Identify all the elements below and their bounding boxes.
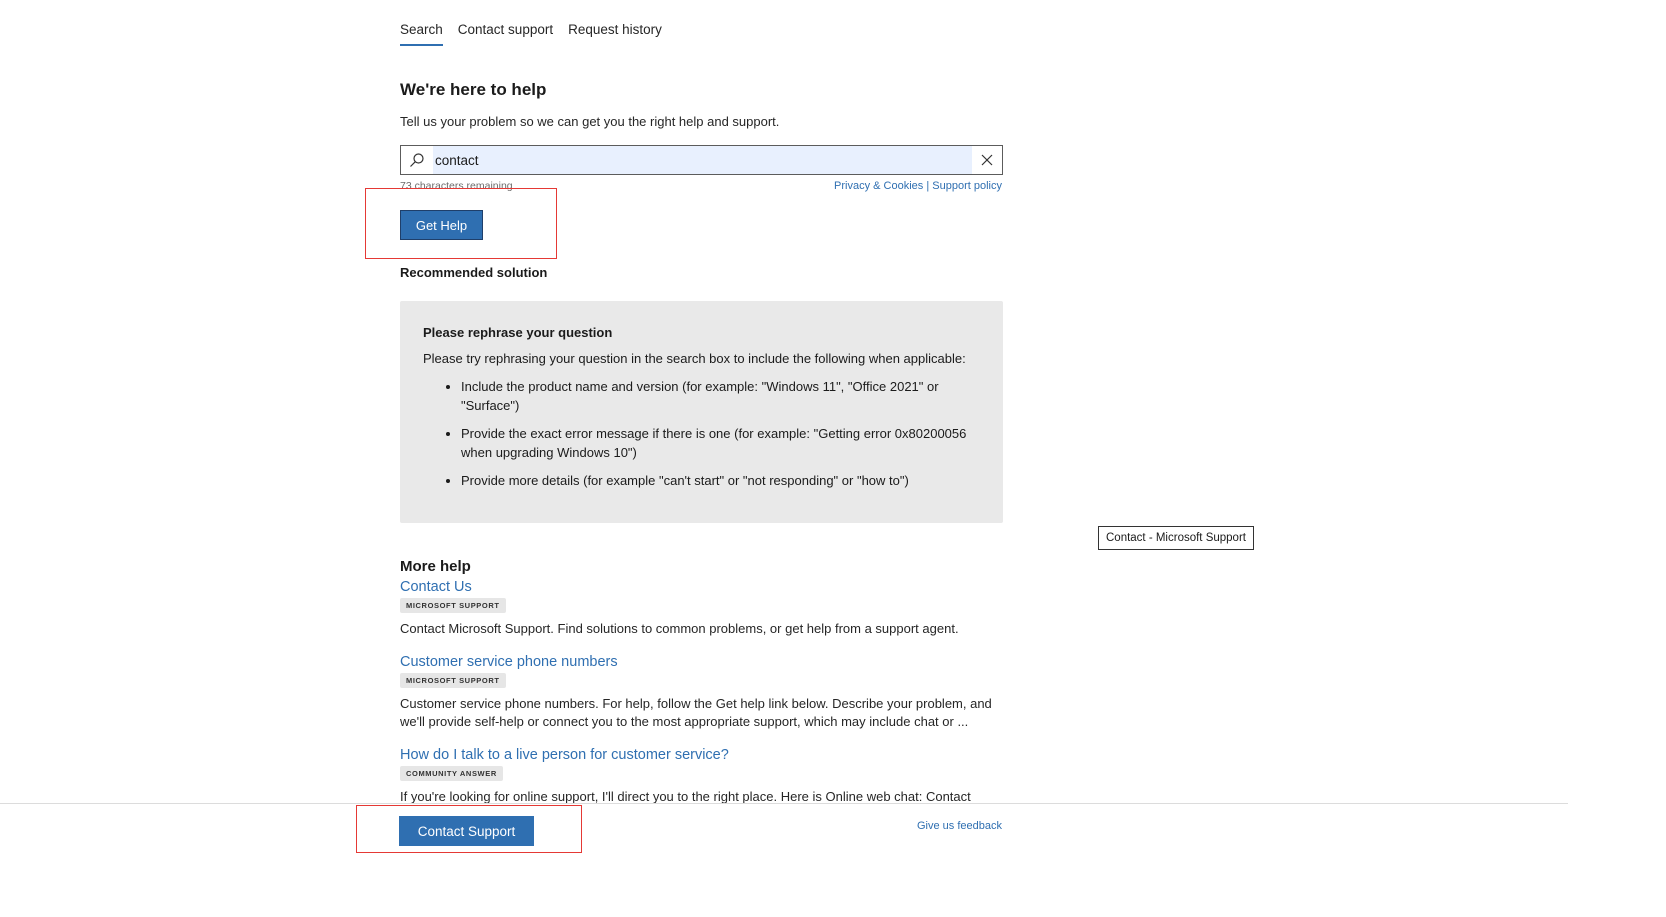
result-link-contact-us[interactable]: Contact Us	[400, 579, 1010, 595]
result-link-live-person[interactable]: How do I talk to a live person for custo…	[400, 747, 1010, 763]
rec-panel-title: Please rephrase your question	[423, 325, 613, 340]
recommended-solution-panel: Please rephrase your question Please try…	[400, 301, 1003, 523]
search-input[interactable]	[433, 146, 972, 174]
footer-bar: Contact Support Give us feedback	[0, 803, 1568, 859]
get-help-button[interactable]: Get Help	[400, 210, 483, 240]
close-icon[interactable]	[972, 146, 1002, 174]
list-item: Provide the exact error message if there…	[461, 424, 980, 462]
result-link-phone-numbers[interactable]: Customer service phone numbers	[400, 654, 1010, 670]
tab-request-history[interactable]: Request history	[568, 22, 662, 46]
page-title: We're here to help	[400, 80, 547, 99]
source-badge: COMMUNITY ANSWER	[400, 766, 503, 781]
search-icon	[401, 146, 433, 174]
page-subtitle: Tell us your problem so we can get you t…	[400, 114, 780, 129]
link-tooltip: Contact - Microsoft Support	[1098, 526, 1254, 550]
give-feedback-link[interactable]: Give us feedback	[917, 820, 1002, 832]
result-item: Customer service phone numbers MICROSOFT…	[400, 654, 1010, 731]
result-item: Contact Us MICROSOFT SUPPORT Contact Mic…	[400, 579, 1010, 638]
source-badge: MICROSOFT SUPPORT	[400, 598, 506, 613]
rec-panel-list: Include the product name and version (fo…	[461, 377, 980, 490]
tab-search[interactable]: Search	[400, 22, 443, 46]
list-item: Include the product name and version (fo…	[461, 377, 980, 415]
source-badge: MICROSOFT SUPPORT	[400, 673, 506, 688]
support-policy-link[interactable]: Support policy	[932, 180, 1002, 192]
tab-bar: Search Contact support Request history	[400, 22, 662, 46]
characters-remaining: 73 characters remaining	[400, 180, 513, 192]
bottom-strip	[0, 859, 1666, 917]
tab-contact-support[interactable]: Contact support	[458, 22, 553, 46]
contact-support-button[interactable]: Contact Support	[399, 816, 534, 846]
list-item: Provide more details (for example "can't…	[461, 471, 980, 490]
support-page: Search Contact support Request history W…	[0, 0, 1666, 917]
result-description: Customer service phone numbers. For help…	[400, 696, 992, 729]
link-separator: |	[926, 180, 930, 192]
rec-panel-intro: Please try rephrasing your question in t…	[423, 351, 966, 366]
search-box	[400, 145, 1003, 175]
privacy-cookies-link[interactable]: Privacy & Cookies	[834, 180, 923, 192]
recommended-solution-title: Recommended solution	[400, 265, 548, 280]
policy-links: Privacy & Cookies | Support policy	[834, 180, 1002, 192]
result-item: How do I talk to a live person for custo…	[400, 747, 1010, 806]
more-help-title: More help	[400, 558, 471, 575]
result-description: Contact Microsoft Support. Find solution…	[400, 621, 959, 636]
